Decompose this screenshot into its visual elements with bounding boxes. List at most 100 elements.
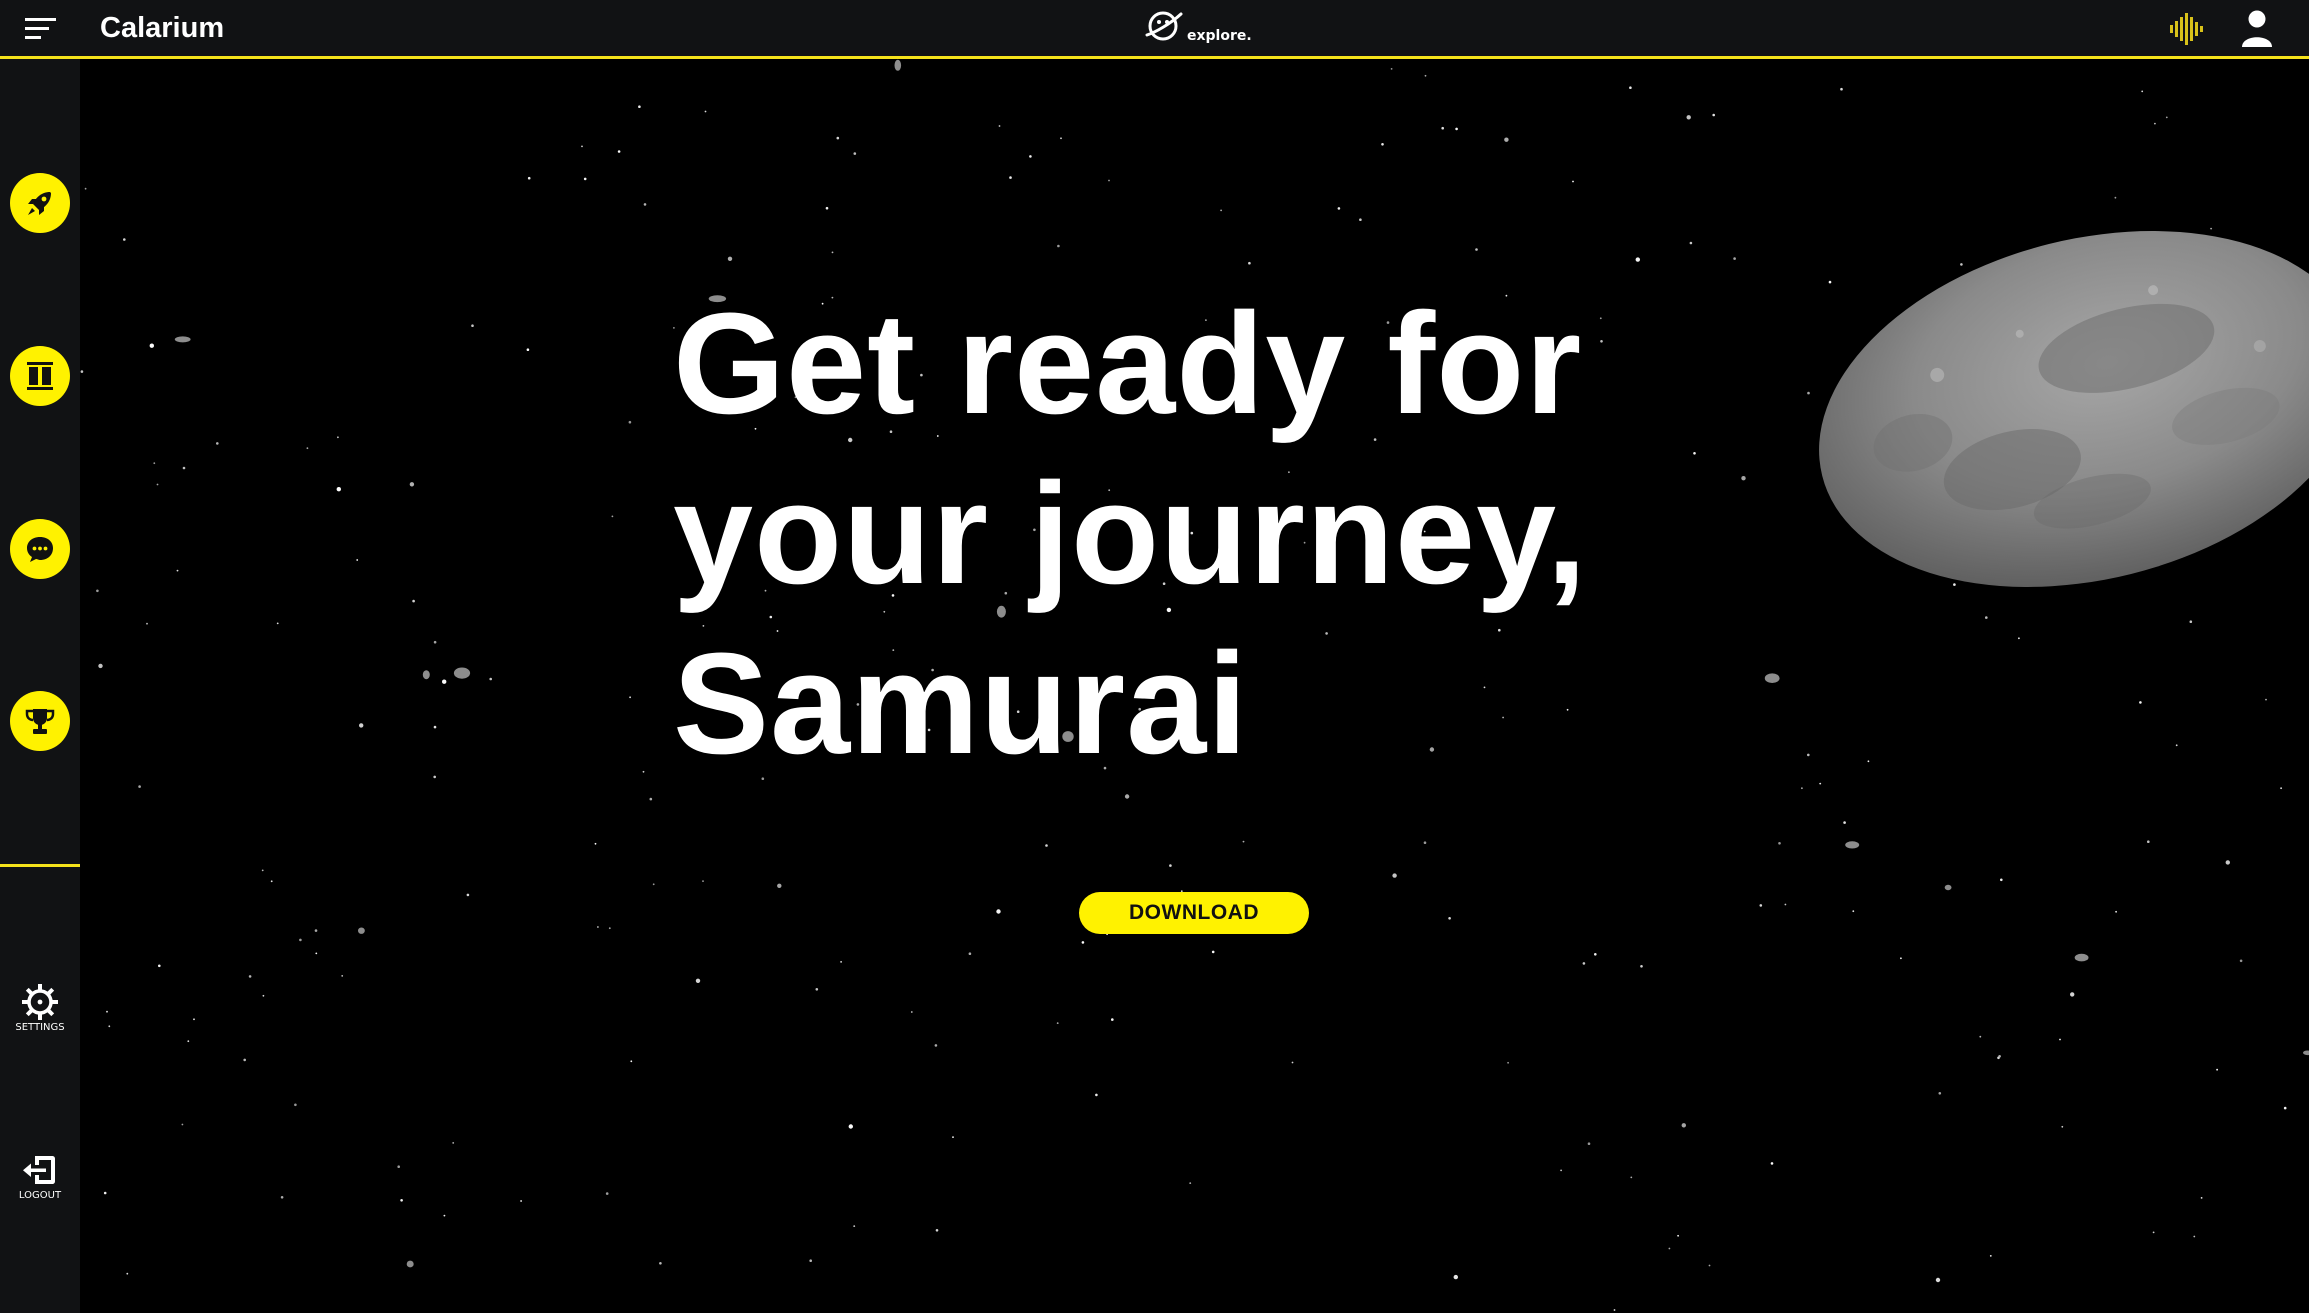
star (1108, 179, 1110, 182)
sidebar-item-chat[interactable] (10, 519, 70, 579)
star (1009, 176, 1012, 179)
star (1613, 1309, 1616, 1311)
star (1045, 844, 1048, 847)
star (1424, 74, 1427, 77)
star (608, 927, 611, 930)
gear-icon (22, 984, 58, 1020)
star (1029, 155, 1032, 158)
star (156, 483, 159, 486)
star (442, 679, 447, 684)
library-icon (27, 362, 53, 390)
star (2139, 701, 2142, 704)
star (433, 775, 437, 779)
asteroid (1944, 884, 1952, 891)
download-button[interactable]: DOWNLOAD (1079, 892, 1309, 934)
star (176, 569, 179, 572)
star (1935, 1277, 1941, 1283)
star (2165, 116, 2168, 119)
star (1599, 317, 1602, 320)
star (1507, 1061, 1509, 1064)
star (248, 975, 252, 978)
star (1337, 207, 1341, 210)
star (409, 482, 415, 487)
star (1392, 873, 1397, 878)
moon (1819, 231, 2309, 587)
menu-icon[interactable] (25, 17, 56, 41)
star (153, 462, 156, 465)
star (968, 952, 972, 955)
star (452, 1142, 455, 1144)
star (998, 125, 1001, 127)
sidebar-item-launch[interactable] (10, 173, 70, 233)
hero-line-3: Samurai (673, 623, 1249, 784)
star (1840, 87, 1843, 91)
star (1784, 903, 1787, 906)
user-icon[interactable] (2240, 10, 2274, 48)
star (952, 1136, 954, 1138)
sidebar-item-library[interactable] (10, 346, 70, 406)
star (831, 251, 834, 254)
star (1390, 68, 1393, 70)
brand-logo[interactable]: explore. (1144, 6, 1252, 48)
star (659, 1262, 662, 1265)
star (527, 176, 531, 180)
asteroid (358, 927, 365, 934)
star (1423, 841, 1427, 844)
star (1668, 1247, 1671, 1250)
star (1677, 1234, 1679, 1237)
star (106, 1010, 108, 1013)
star (96, 589, 99, 593)
star (1985, 616, 1988, 619)
star (642, 770, 645, 773)
star (1448, 917, 1451, 920)
settings-button[interactable]: SETTINGS (0, 983, 80, 1033)
star (2018, 637, 2020, 640)
star (1381, 143, 1384, 146)
star (243, 1058, 246, 1062)
star (605, 1192, 609, 1195)
star (520, 1200, 522, 1202)
app-title: Calarium (100, 12, 225, 44)
logout-button[interactable]: LOGOUT (0, 1151, 80, 1201)
star (1693, 452, 1696, 455)
asteroid (406, 1260, 414, 1268)
star (276, 622, 279, 625)
star (103, 1191, 107, 1195)
star (466, 893, 470, 897)
star (314, 929, 318, 932)
star (84, 187, 87, 190)
star (1843, 821, 1846, 824)
top-bar: Calarium explore. (0, 0, 2309, 59)
star (341, 975, 344, 977)
star (1560, 1169, 1562, 1172)
rocket-icon (28, 192, 51, 215)
star (1867, 760, 1870, 763)
star (1759, 904, 1763, 907)
star (1572, 180, 1574, 183)
star (108, 1025, 111, 1028)
star (1681, 1123, 1687, 1128)
star (996, 909, 1001, 914)
star (1807, 753, 1810, 757)
star (359, 723, 364, 728)
star (1778, 842, 1781, 845)
star (934, 1044, 938, 1047)
star (649, 797, 653, 801)
star (597, 926, 599, 928)
star (471, 324, 474, 328)
star (400, 1199, 403, 1202)
star (123, 238, 126, 241)
star (126, 1272, 129, 1275)
star (1242, 840, 1245, 843)
star (181, 1123, 184, 1126)
sidebar-divider (0, 864, 80, 867)
star (695, 978, 701, 983)
star (643, 203, 647, 206)
audio-icon[interactable] (2169, 13, 2205, 45)
sidebar-item-achievements[interactable] (10, 691, 70, 751)
star (1504, 137, 1509, 142)
star (1220, 209, 1222, 212)
star (1770, 1162, 1774, 1165)
star (1056, 1022, 1059, 1024)
logout-icon (23, 1156, 55, 1184)
